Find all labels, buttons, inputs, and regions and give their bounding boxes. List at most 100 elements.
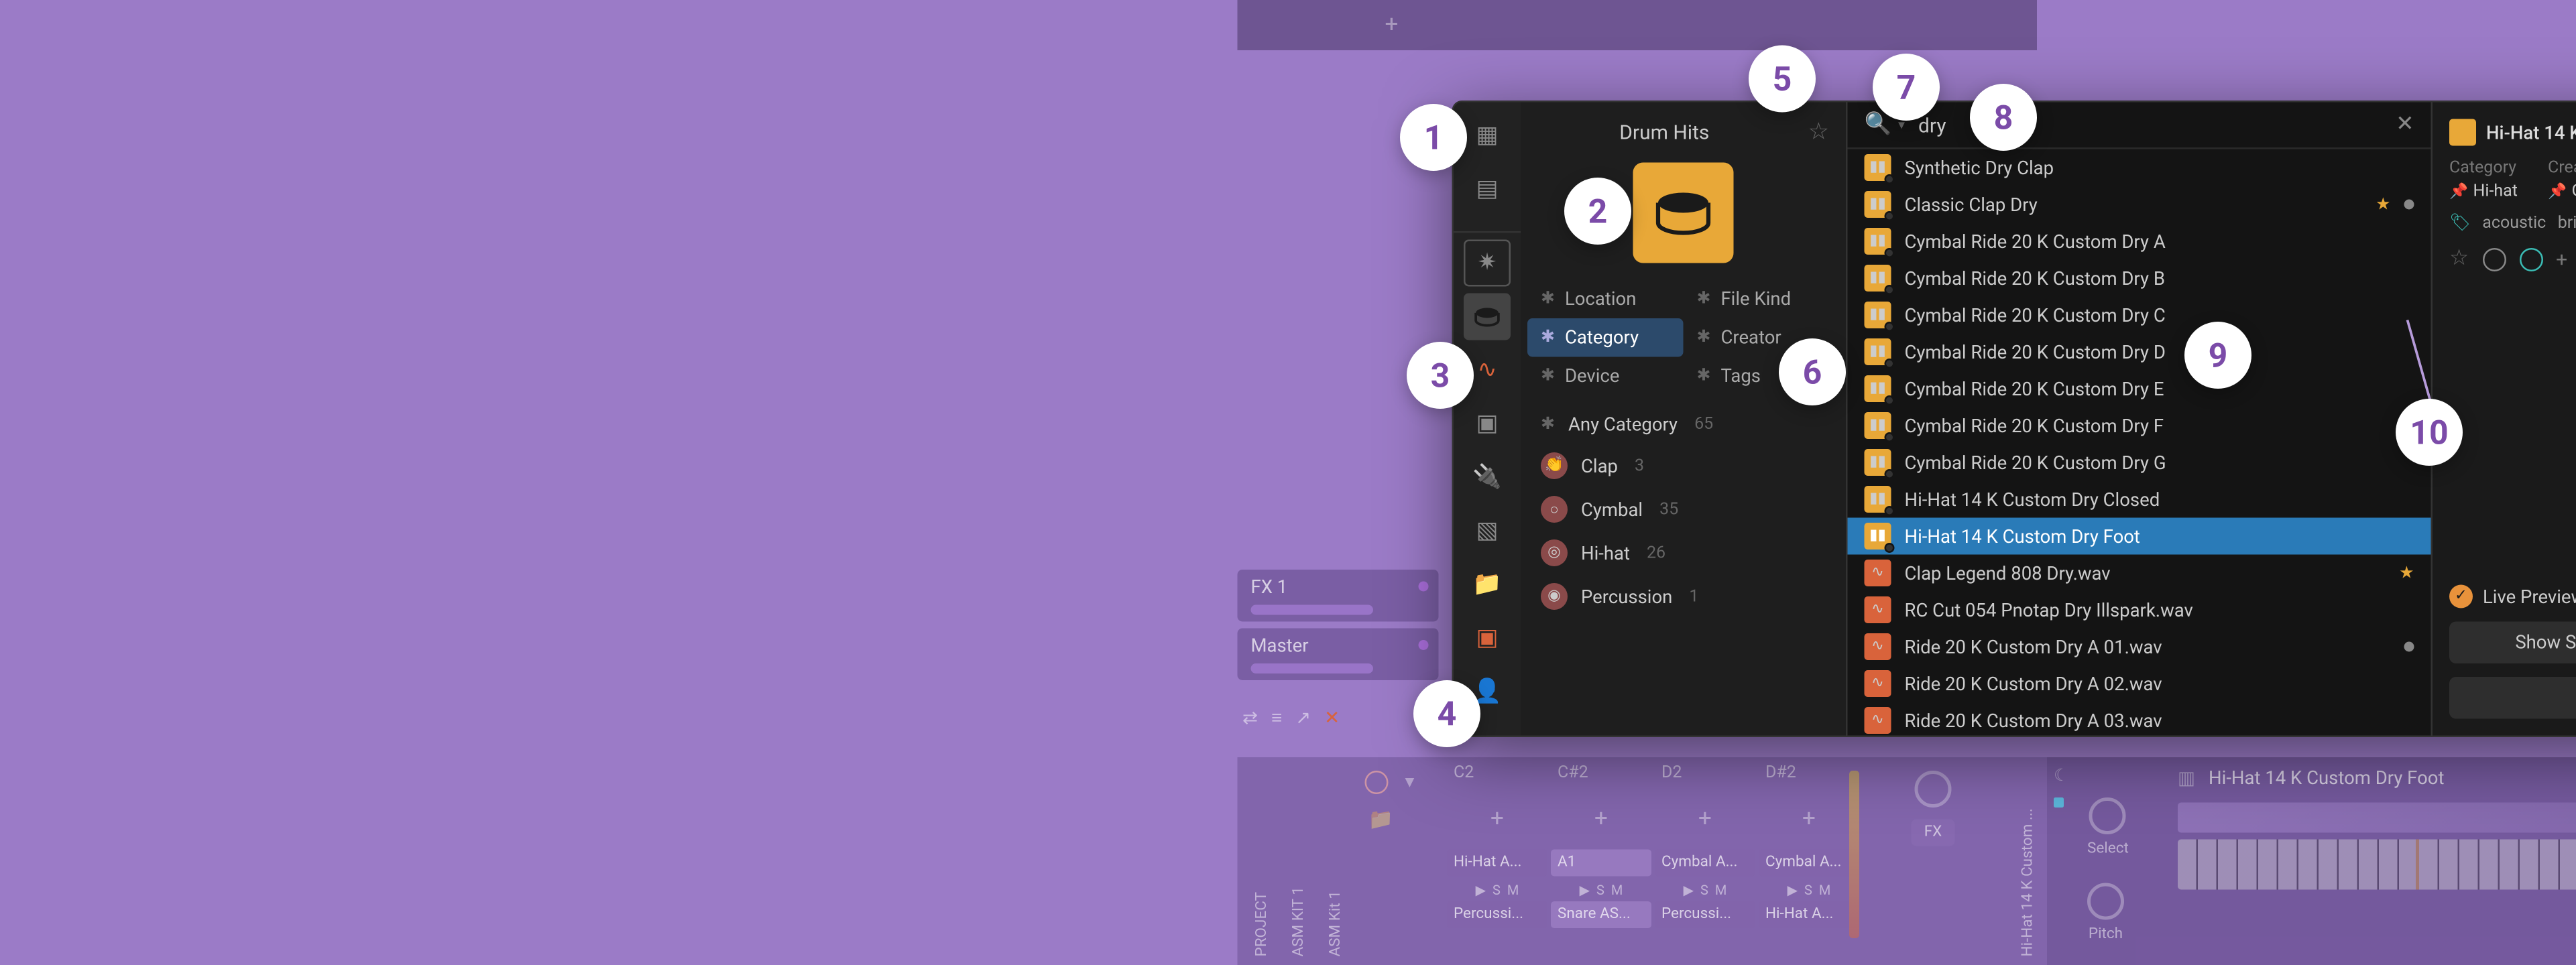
packages-icon[interactable]: ▧	[1464, 508, 1511, 555]
track-row[interactable]: Master	[1238, 629, 1439, 681]
fx-button[interactable]: FX	[1911, 820, 1956, 846]
marker-icon	[2054, 797, 2064, 808]
meta-creator-value[interactable]: Genys	[2572, 183, 2576, 202]
result-row[interactable]: ▮▮Hi-Hat 14 K Custom Dry Closed	[1848, 481, 2431, 518]
select-knob[interactable]	[2089, 797, 2126, 834]
pitch-knob[interactable]	[2087, 883, 2124, 920]
gain-knob[interactable]	[1915, 771, 1952, 808]
add-pad-icon[interactable]: +	[1759, 789, 1859, 850]
list-a-icon[interactable]: ▤	[1464, 166, 1511, 213]
callout-2: 2	[1564, 178, 1631, 245]
drum-pad[interactable]: Snare AS...	[1551, 901, 1651, 928]
callout-1: 1	[1400, 104, 1467, 171]
result-row[interactable]: ∿Ride 20 K Custom Dry A 01.wav	[1848, 629, 2431, 665]
add-tab-icon[interactable]: +	[1385, 12, 1399, 39]
color-swatch[interactable]	[2482, 247, 2506, 271]
waveform-display[interactable]	[2178, 803, 2576, 833]
filter-filekind[interactable]: ✱File Kind	[1684, 280, 1840, 319]
tag[interactable]: bright	[2558, 214, 2576, 233]
list-icon[interactable]: ≡	[1271, 707, 1282, 729]
result-name: Classic Clap Dry	[1905, 194, 2363, 216]
result-row[interactable]: ∿Ride 20 K Custom Dry A 02.wav	[1848, 665, 2431, 702]
callout-9: 9	[2184, 322, 2251, 389]
drum-pad[interactable]: Percussi...	[1447, 901, 1547, 928]
drum-hits-icon[interactable]	[1464, 294, 1511, 340]
pin-icon[interactable]: 📌	[2449, 184, 2468, 200]
drum-preset-icon: ▮▮	[1865, 375, 1891, 402]
add-color-icon[interactable]: +	[2556, 247, 2567, 271]
favorite-star-icon[interactable]: ☆	[2449, 247, 2469, 272]
drum-pad[interactable]: A1	[1551, 850, 1651, 877]
result-row[interactable]: ∿Ride 20 K Custom Dry A 03.wav	[1848, 702, 2431, 736]
category-any[interactable]: ✱ Any Category 65	[1527, 405, 1839, 444]
drum-pad[interactable]: Cymbal A...	[1759, 850, 1859, 877]
confirm-button[interactable]: Confirm	[2449, 677, 2576, 719]
category-row[interactable]: ◎ Hi-hat 26	[1527, 531, 1839, 575]
folder-icon[interactable]: ▥	[2178, 767, 2195, 789]
result-row[interactable]: ▮▮Cymbal Ride 20 K Custom Dry E	[1848, 371, 2431, 407]
search-icon[interactable]: 🔍	[1865, 113, 1891, 138]
result-row[interactable]: ▮▮Synthetic Dry Clap	[1848, 149, 2431, 186]
result-row[interactable]: ▮▮Cymbal Ride 20 K Custom Dry B	[1848, 260, 2431, 297]
play-icon[interactable]: ▶	[1684, 883, 1694, 899]
grid-view-icon[interactable]: ▦	[1464, 113, 1511, 159]
filter-category[interactable]: ✱Category	[1527, 318, 1684, 357]
track-fader[interactable]	[1251, 663, 1373, 673]
waveform-icon: ∿	[1865, 560, 1891, 586]
arrow-icon[interactable]: ↗	[1295, 707, 1311, 729]
drum-pad[interactable]: Hi-Hat A...	[1759, 901, 1859, 928]
result-row[interactable]: ▮▮Cymbal Ride 20 K Custom Dry D	[1848, 334, 2431, 371]
add-pad-icon[interactable]: +	[1447, 789, 1547, 850]
presets-icon[interactable]: ✷	[1464, 240, 1511, 287]
mixer-icon[interactable]: ⇄	[1242, 707, 1258, 729]
track-label: FX 1	[1251, 576, 1288, 598]
category-icon	[1633, 163, 1734, 263]
hihat-icon: ◎	[1541, 539, 1568, 566]
result-row[interactable]: ▮▮Classic Clap Dry★	[1848, 186, 2431, 223]
dropdown-icon[interactable]: ▾	[1405, 771, 1415, 793]
pin-icon[interactable]: 📌	[2548, 184, 2567, 200]
result-row[interactable]: ▮▮Cymbal Ride 20 K Custom Dry G	[1848, 444, 2431, 481]
tag[interactable]: acoustic	[2482, 214, 2546, 233]
play-icon[interactable]: ▶	[1788, 883, 1798, 899]
favorite-star-icon[interactable]: ☆	[1808, 119, 1829, 146]
folder-icon[interactable]: 📁	[1368, 808, 1393, 831]
filter-location[interactable]: ✱Location	[1527, 280, 1684, 319]
plug-icon[interactable]: 🔌	[1464, 454, 1511, 501]
multisamples-icon[interactable]: ▣	[1464, 401, 1511, 448]
drum-pad[interactable]: Percussi...	[1655, 901, 1755, 928]
power-icon[interactable]	[1365, 771, 1389, 794]
play-icon[interactable]: ▶	[1476, 883, 1486, 899]
result-row[interactable]: ▮▮Cymbal Ride 20 K Custom Dry F	[1848, 407, 2431, 444]
drum-pad[interactable]: Cymbal A...	[1655, 850, 1755, 877]
recent-icon[interactable]: ▣	[1464, 615, 1511, 662]
piano-roll[interactable]	[2178, 840, 2576, 890]
track-row[interactable]: FX 1	[1238, 570, 1439, 622]
drum-preset-icon: ▮▮	[1865, 154, 1891, 181]
add-pad-icon[interactable]: +	[1655, 789, 1755, 850]
result-row[interactable]: ∿Clap Legend 808 Dry.wav★	[1848, 555, 2431, 592]
play-icon[interactable]: ▶	[1580, 883, 1590, 899]
clear-search-icon[interactable]: ✕	[2396, 113, 2414, 138]
callout-8: 8	[1970, 84, 2037, 151]
close-icon[interactable]: ✕	[1324, 707, 1340, 729]
add-pad-icon[interactable]: +	[1551, 789, 1651, 850]
track-fader[interactable]	[1251, 605, 1373, 615]
color-swatch[interactable]	[2519, 247, 2542, 271]
result-row[interactable]: ∿RC Cut 054 Pnotap Dry Illspark.wav	[1848, 592, 2431, 629]
moon-icon[interactable]: ☾	[2054, 767, 2068, 786]
folder-icon[interactable]: 📁	[1464, 562, 1511, 608]
meta-category-value[interactable]: Hi-hat	[2473, 183, 2518, 202]
drum-preset-icon: ▮▮	[1865, 338, 1891, 365]
result-row[interactable]: ▮▮Cymbal Ride 20 K Custom Dry C	[1848, 297, 2431, 334]
category-row[interactable]: ○ Cymbal 35	[1527, 488, 1839, 531]
check-icon[interactable]: ✓	[2449, 585, 2473, 608]
show-sampler-presets-button[interactable]: Show Sampler Presets	[2449, 622, 2576, 664]
result-row[interactable]: ▮▮Cymbal Ride 20 K Custom Dry A	[1848, 223, 2431, 260]
category-row[interactable]: 👏 Clap 3	[1527, 444, 1839, 488]
drum-preset-icon: ▮▮	[1865, 228, 1891, 255]
drum-pad[interactable]: Hi-Hat A...	[1447, 850, 1547, 877]
filter-device[interactable]: ✱Device	[1527, 357, 1684, 396]
result-row[interactable]: ▮▮Hi-Hat 14 K Custom Dry Foot	[1848, 518, 2431, 555]
category-row[interactable]: ◉ Percussion 1	[1527, 575, 1839, 619]
